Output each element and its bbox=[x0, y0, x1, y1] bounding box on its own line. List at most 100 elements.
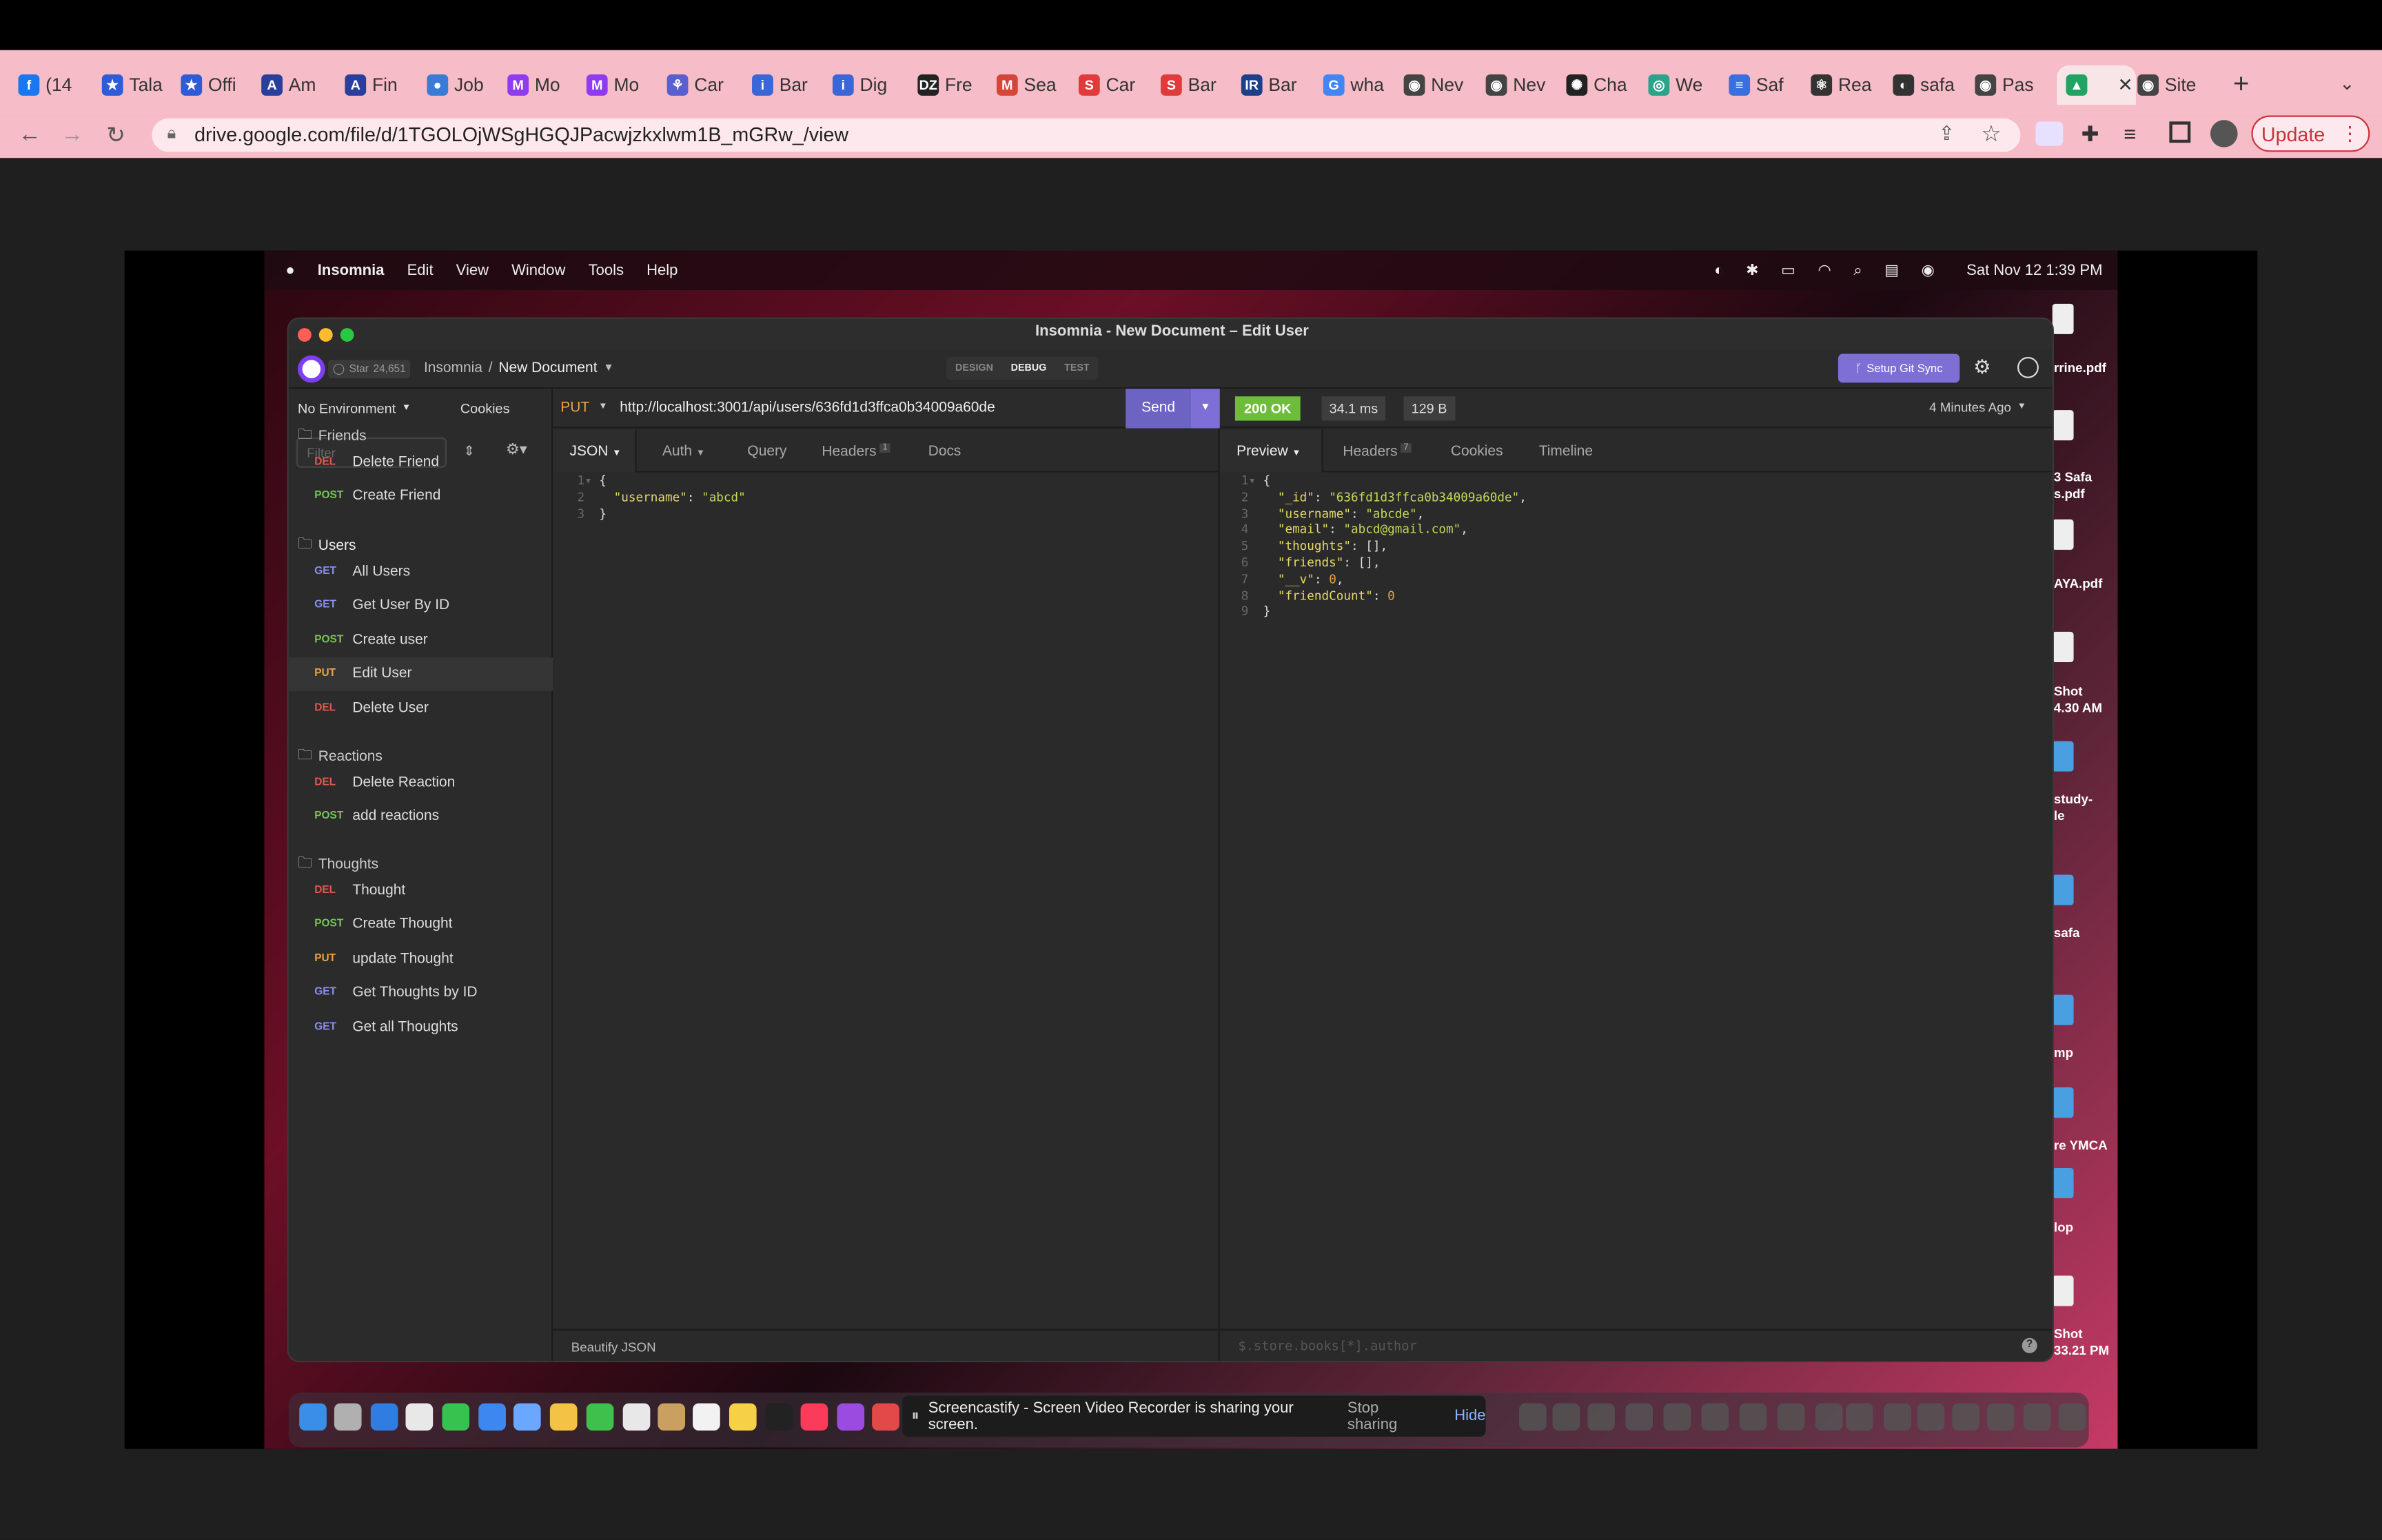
browser-tab[interactable]: i Bar bbox=[752, 65, 828, 105]
dock-file-icon[interactable] bbox=[1815, 1403, 1843, 1431]
sidebar-request[interactable]: POST Create user bbox=[289, 623, 553, 656]
browser-tab[interactable]: ◉ Nev bbox=[1403, 65, 1480, 105]
browser-tab[interactable]: i Dig bbox=[832, 65, 908, 105]
dock-file-icon[interactable] bbox=[1625, 1403, 1653, 1431]
tab-design[interactable]: DESIGN bbox=[955, 363, 993, 373]
maximize-window-button[interactable] bbox=[340, 328, 354, 342]
browser-tab[interactable]: M Mo bbox=[507, 65, 583, 105]
sidebar-request[interactable]: GET Get all Thoughts bbox=[289, 1010, 553, 1043]
browser-tab[interactable]: ★ Offi bbox=[181, 65, 256, 105]
close-window-button[interactable] bbox=[298, 328, 312, 342]
menu-tools[interactable]: Tools bbox=[589, 262, 624, 278]
tab-docs[interactable]: Docs bbox=[928, 444, 961, 460]
history-dropdown[interactable]: 4 Minutes Ago ▼ bbox=[1929, 400, 2026, 415]
account-icon[interactable] bbox=[2017, 356, 2039, 378]
url-input[interactable]: http://localhost:3001/api/users/636fd1d3… bbox=[620, 400, 995, 416]
back-icon[interactable]: ← bbox=[18, 121, 41, 147]
pause-icon[interactable]: ⏸ bbox=[911, 1408, 919, 1424]
desktop-file-icon[interactable] bbox=[2052, 303, 2074, 334]
sidebar-request[interactable]: GET Get Thoughts by ID bbox=[289, 976, 553, 1009]
dock-app-icon[interactable] bbox=[872, 1403, 899, 1431]
dock-app-icon[interactable] bbox=[800, 1403, 828, 1431]
close-tab-icon[interactable]: ✕ bbox=[2117, 74, 2132, 96]
dock-app-icon[interactable] bbox=[658, 1403, 686, 1431]
new-tab-button[interactable]: + bbox=[2233, 68, 2249, 100]
setup-git-sync-button[interactable]: ᚴ Setup Git Sync bbox=[1838, 353, 1960, 383]
tab-timeline[interactable]: Timeline bbox=[1539, 444, 1593, 460]
dock-app-icon[interactable] bbox=[549, 1403, 578, 1431]
tab-search-icon[interactable]: ⌄ bbox=[2339, 73, 2354, 94]
sidebar-request[interactable]: DEL Delete Friend bbox=[289, 445, 553, 478]
insomnia-logo-icon[interactable] bbox=[298, 355, 325, 383]
puzzle-icon[interactable]: ✚ bbox=[2081, 121, 2099, 147]
dock-file-icon[interactable] bbox=[1884, 1403, 1911, 1431]
address-url[interactable]: drive.google.com/file/d/1TGOLOjWSgHGQJPa… bbox=[194, 123, 848, 146]
browser-tab[interactable]: Gwha bbox=[1323, 65, 1399, 105]
dock-file-icon[interactable] bbox=[1519, 1403, 1547, 1431]
browser-tab[interactable]: M Sea bbox=[996, 65, 1072, 105]
dock-app-icon[interactable] bbox=[693, 1403, 720, 1431]
browser-tab[interactable]: ◎ We bbox=[1648, 65, 1724, 105]
request-body-editor[interactable]: 1▾ { 2 "username": "abcd" 3 } bbox=[578, 474, 746, 523]
tab-auth[interactable]: Auth ▼ bbox=[662, 444, 705, 460]
tab-debug[interactable]: DEBUG bbox=[1011, 363, 1047, 373]
dock-app-icon[interactable] bbox=[334, 1403, 362, 1431]
update-button[interactable]: Update ⋮ bbox=[2251, 115, 2370, 152]
browser-tab[interactable]: ★ Tala bbox=[101, 65, 178, 105]
browser-tab[interactable]: ● Job bbox=[427, 65, 502, 105]
dock-file-icon[interactable] bbox=[2058, 1403, 2086, 1431]
dock-file-icon[interactable] bbox=[1952, 1403, 1979, 1431]
desktop-file-icon[interactable] bbox=[2052, 410, 2074, 441]
dock-app-icon[interactable] bbox=[299, 1403, 327, 1431]
dock-app-icon[interactable] bbox=[586, 1403, 614, 1431]
beautify-json-button[interactable]: Beautify JSON bbox=[553, 1328, 1220, 1361]
browser-tab[interactable]: S Bar bbox=[1160, 65, 1236, 105]
dock-file-icon[interactable] bbox=[1777, 1403, 1805, 1431]
sidebar-request[interactable]: GET All Users bbox=[289, 554, 553, 587]
browser-tab[interactable]: A Fin bbox=[345, 65, 420, 105]
cookies-button[interactable]: Cookies bbox=[460, 401, 510, 416]
menu-view[interactable]: View bbox=[456, 262, 489, 278]
browser-tab[interactable]: ≡ Saf bbox=[1729, 65, 1804, 105]
github-star-button[interactable]: ◯ Star 24,651 bbox=[328, 360, 411, 378]
desktop-file-icon[interactable] bbox=[2052, 1087, 2074, 1118]
dock-app-icon[interactable] bbox=[405, 1403, 434, 1431]
dock-app-icon[interactable] bbox=[478, 1403, 506, 1431]
tab-test[interactable]: TEST bbox=[1064, 363, 1090, 373]
browser-tab[interactable]: ◐ safa bbox=[1893, 65, 1968, 105]
dock-file-icon[interactable] bbox=[1552, 1403, 1580, 1431]
response-filter-input[interactable]: $.store.books[*].author bbox=[1238, 1339, 1416, 1355]
desktop-file-icon[interactable] bbox=[2052, 1275, 2074, 1306]
browser-tab[interactable]: M Mo bbox=[586, 65, 662, 105]
dock-app-icon[interactable] bbox=[513, 1403, 541, 1431]
dock-app-icon[interactable] bbox=[837, 1403, 865, 1431]
browser-tab[interactable]: ◉ Nev bbox=[1485, 65, 1562, 105]
desktop-file-icon[interactable] bbox=[2052, 631, 2074, 662]
tab-preview[interactable]: Preview ▼ bbox=[1236, 444, 1301, 460]
gear-icon[interactable]: ⚙ bbox=[1973, 356, 1991, 380]
sidebar-request[interactable]: PUT update Thought bbox=[289, 942, 553, 975]
app-menu-insomnia[interactable]: Insomnia bbox=[318, 262, 385, 278]
menu-window[interactable]: Window bbox=[511, 262, 565, 278]
dock-app-icon[interactable] bbox=[765, 1403, 793, 1431]
sidebar-request[interactable]: PUT Edit User bbox=[288, 657, 553, 690]
sidebar-request[interactable]: POST add reactions bbox=[289, 799, 553, 832]
menu-help[interactable]: Help bbox=[647, 262, 678, 278]
browser-tab[interactable]: ▲ ✕ bbox=[2057, 65, 2136, 105]
bookmark-star-icon[interactable]: ☆ bbox=[1981, 120, 2002, 147]
browser-tab[interactable]: A Am bbox=[261, 65, 337, 105]
help-icon[interactable]: ? bbox=[2022, 1337, 2037, 1353]
tab-response-cookies[interactable]: Cookies bbox=[1451, 444, 1503, 460]
dock-file-icon[interactable] bbox=[1587, 1403, 1615, 1431]
tab-json[interactable]: JSON ▼ bbox=[570, 444, 622, 460]
browser-tab[interactable]: ⚛ Rea bbox=[1811, 65, 1886, 105]
dock-file-icon[interactable] bbox=[1739, 1403, 1767, 1431]
browser-tab[interactable]: ⚘ Car bbox=[666, 65, 743, 105]
tab-query[interactable]: Query bbox=[747, 444, 786, 460]
breadcrumb-root[interactable]: Insomnia bbox=[424, 360, 482, 376]
forward-icon[interactable]: → bbox=[61, 121, 83, 147]
browser-tab[interactable]: S Car bbox=[1078, 65, 1154, 105]
desktop-file-icon[interactable] bbox=[2052, 741, 2074, 772]
minimize-window-button[interactable] bbox=[318, 328, 333, 342]
sidebar-request[interactable]: POST Create Thought bbox=[289, 907, 553, 941]
